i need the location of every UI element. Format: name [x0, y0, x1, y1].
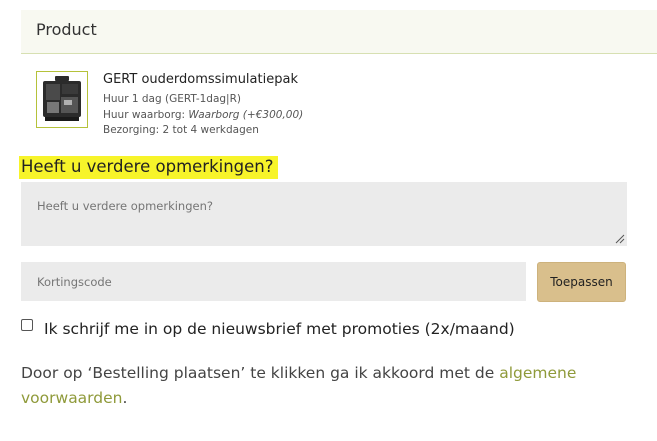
resize-grip-icon[interactable]: [615, 234, 625, 244]
product-section-header: Product: [21, 10, 657, 54]
product-name: GERT ouderdomssimulatiepak: [103, 72, 298, 87]
deposit-value: Waarborg (+€300,00): [188, 109, 304, 121]
checkout-page: Product GERT ouderdomssimulatiepak Huur …: [0, 0, 657, 441]
newsletter-label[interactable]: Ik schrijf me in op de nieuwsbrief met p…: [44, 320, 515, 338]
product-deposit: Huur waarborg: Waarborg (+€300,00): [103, 109, 303, 121]
product-case-image: [37, 72, 87, 127]
remarks-heading: Heeft u verdere opmerkingen?: [19, 156, 278, 179]
product-thumbnail[interactable]: [36, 71, 88, 128]
product-rent-option: Huur 1 dag (GERT-1dag|R): [103, 93, 241, 105]
deposit-label: Huur waarborg:: [103, 109, 186, 121]
coupon-code-input[interactable]: [21, 262, 526, 301]
product-delivery: Bezorging: 2 tot 4 werkdagen: [103, 124, 259, 136]
terms-text-after: .: [122, 389, 128, 407]
terms-notice: Door op ‘Bestelling plaatsen’ te klikken…: [21, 361, 641, 411]
apply-coupon-button[interactable]: Toepassen: [537, 262, 626, 302]
terms-text-before: Door op ‘Bestelling plaatsen’ te klikken…: [21, 364, 500, 382]
remarks-textarea[interactable]: [21, 182, 627, 246]
product-header-title: Product: [36, 20, 97, 39]
newsletter-checkbox[interactable]: [21, 319, 33, 331]
